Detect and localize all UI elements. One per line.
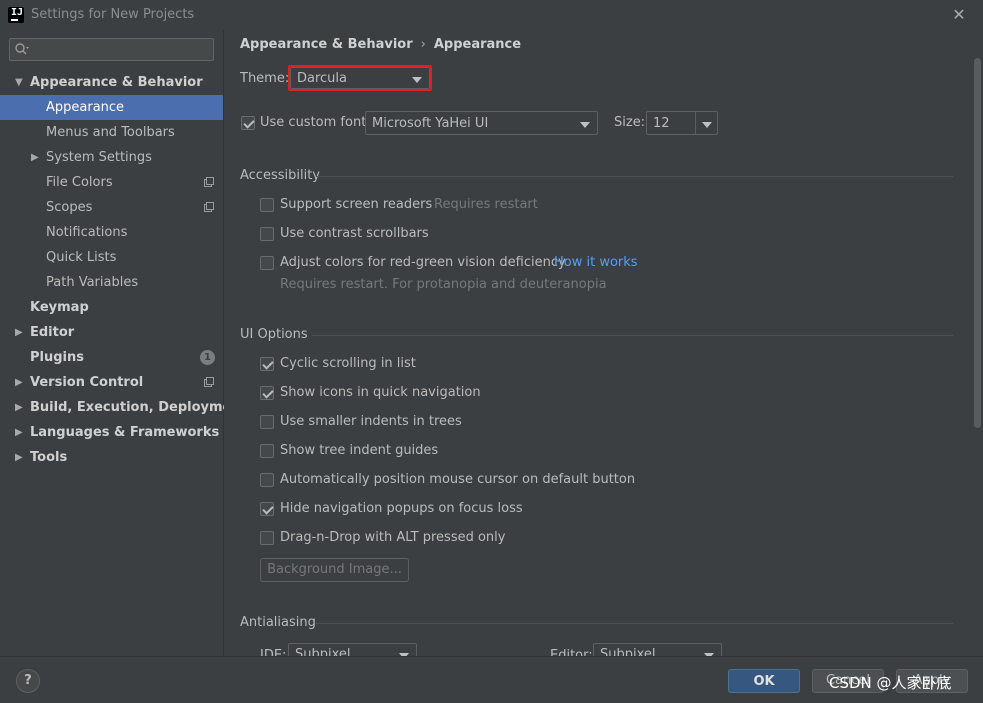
chevron-right-icon: ▶ [15,452,23,463]
sidebar-item-file-colors[interactable]: File Colors [0,170,223,195]
drag-drop-alt-label: Drag-n-Drop with ALT pressed only [280,530,506,545]
auto-mouse-cursor-label: Automatically position mouse cursor on d… [280,472,636,487]
settings-content: Appearance & Behavior › Appearance Theme: … [224,30,983,656]
breadcrumb: Appearance & Behavior › Appearance [240,37,521,52]
dialog-footer: ? OK Cancel Apply CSDN @人家卧底 [0,656,983,703]
sidebar-item-languages-frameworks[interactable]: ▶ Languages & Frameworks [0,420,223,445]
font-size-value: 12 [653,116,670,131]
project-scope-icon [204,377,214,387]
indent-guides-checkbox[interactable] [260,444,274,458]
screen-readers-label: Support screen readers [280,197,433,212]
hide-nav-popups-checkbox[interactable] [260,502,274,516]
vertical-scrollbar[interactable] [974,58,981,428]
background-image-button[interactable]: Background Image... [260,558,409,582]
chevron-right-icon: ▶ [15,402,23,413]
use-custom-font-checkbox[interactable] [241,116,255,130]
use-custom-font-label: Use custom font: [260,115,371,130]
chevron-right-icon: ▶ [15,427,23,438]
section-divider [316,176,953,177]
font-dropdown[interactable]: Microsoft YaHei UI [365,111,598,135]
cyclic-scrolling-label: Cyclic scrolling in list [280,356,416,371]
how-it-works-link[interactable]: How it works [554,255,638,270]
sidebar-item-tools[interactable]: ▶ Tools [0,445,223,470]
editor-antialias-dropdown[interactable]: Subpixel [593,643,722,656]
red-green-hint: Requires restart. For protanopia and deu… [280,277,607,292]
ok-button[interactable]: OK [728,669,800,693]
red-green-checkbox[interactable] [260,256,274,270]
help-button[interactable]: ? [16,669,40,693]
ui-options-section-title: UI Options [240,327,308,342]
chevron-right-icon: ▶ [15,327,23,338]
sidebar-item-appearance[interactable]: Appearance [0,95,223,120]
quick-nav-icons-checkbox[interactable] [260,386,274,400]
sidebar-item-notifications[interactable]: Notifications [0,220,223,245]
hide-nav-popups-label: Hide navigation popups on focus loss [280,501,523,516]
dropdown-arrow-icon [580,122,590,128]
ide-antialias-label: IDE: [260,648,287,656]
sidebar-item-quick-lists[interactable]: Quick Lists [0,245,223,270]
red-green-label: Adjust colors for red-green vision defic… [280,255,566,270]
sidebar-item-menus-toolbars[interactable]: Menus and Toolbars [0,120,223,145]
intellij-app-icon: IJ [8,7,24,23]
indent-guides-label: Show tree indent guides [280,443,439,458]
sidebar-item-scopes[interactable]: Scopes [0,195,223,220]
antialiasing-section-title: Antialiasing [240,615,316,630]
breadcrumb-separator: › [420,37,426,52]
ide-antialias-dropdown[interactable]: Subpixel [288,643,417,656]
chevron-down-icon: ▼ [15,77,23,88]
settings-sidebar: ▼ Appearance & Behavior Appearance Menus… [0,30,247,656]
accessibility-section-title: Accessibility [240,168,320,183]
sidebar-item-editor[interactable]: ▶ Editor [0,320,223,345]
auto-mouse-cursor-checkbox[interactable] [260,473,274,487]
smaller-indents-checkbox[interactable] [260,415,274,429]
sidebar-item-plugins[interactable]: Plugins 1 [0,345,223,370]
font-value: Microsoft YaHei UI [372,116,489,131]
cyclic-scrolling-checkbox[interactable] [260,357,274,371]
close-icon[interactable]: ✕ [948,4,970,26]
drag-drop-alt-checkbox[interactable] [260,531,274,545]
section-divider [312,335,953,336]
window-title: Settings for New Projects [31,7,195,22]
chevron-right-icon: ▶ [15,377,23,388]
search-input[interactable] [9,38,214,61]
theme-label: Theme: [240,71,290,86]
update-count-badge: 1 [200,350,215,365]
restart-hint: Requires restart [434,197,538,212]
size-label: Size: [614,115,646,130]
section-divider [316,623,953,624]
font-size-combo[interactable]: 12 [646,111,718,135]
csdn-watermark: CSDN @人家卧底 [829,674,952,692]
ide-antialias-value: Subpixel [295,647,351,656]
title-bar: IJ Settings for New Projects ✕ [0,0,983,30]
chevron-right-icon: ▶ [31,152,39,163]
sidebar-item-version-control[interactable]: ▶ Version Control [0,370,223,395]
search-icon [15,43,29,55]
sidebar-item-appearance-behavior[interactable]: ▼ Appearance & Behavior [0,70,223,95]
breadcrumb-parent[interactable]: Appearance & Behavior [240,37,413,52]
contrast-scrollbars-checkbox[interactable] [260,227,274,241]
smaller-indents-label: Use smaller indents in trees [280,414,462,429]
sidebar-item-build-execution[interactable]: ▶ Build, Execution, Deployment [0,395,247,420]
screen-readers-checkbox[interactable] [260,198,274,212]
dropdown-arrow-icon [702,122,712,128]
breadcrumb-current: Appearance [433,37,522,52]
editor-antialias-label: Editor: [550,648,593,656]
project-scope-icon [204,202,214,212]
sidebar-item-system-settings[interactable]: ▶ System Settings [0,145,223,170]
contrast-scrollbars-label: Use contrast scrollbars [280,226,429,241]
project-scope-icon [204,177,214,187]
red-highlight-annotation [288,65,432,91]
quick-nav-icons-label: Show icons in quick navigation [280,385,481,400]
sidebar-item-keymap[interactable]: Keymap [0,295,223,320]
editor-antialias-value: Subpixel [600,647,656,656]
sidebar-item-path-variables[interactable]: Path Variables [0,270,223,295]
